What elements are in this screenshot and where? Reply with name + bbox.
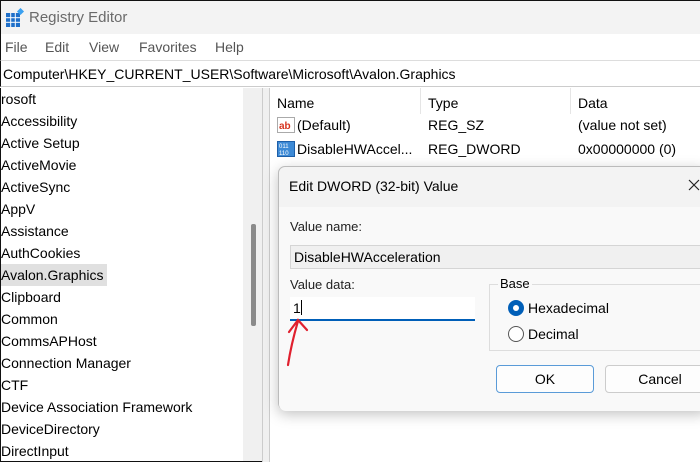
- column-type[interactable]: Type: [428, 92, 458, 114]
- key-tree: rosoft Accessibility Active Setup ActiveMov…: [0, 88, 262, 462]
- tree-item[interactable]: Clipboard: [1, 286, 65, 308]
- tree-item[interactable]: CommsAPHost: [1, 330, 101, 352]
- tree-item[interactable]: Common: [1, 308, 62, 330]
- value-data-text: 1: [293, 300, 301, 316]
- close-icon[interactable]: [684, 175, 700, 195]
- tree-item[interactable]: rosoft: [1, 88, 40, 110]
- tree-item[interactable]: AuthCookies: [1, 242, 84, 264]
- title-bar: Registry Editor: [0, 0, 700, 34]
- value-name-label: Value name:: [290, 219, 363, 234]
- svg-text:110: 110: [279, 151, 289, 157]
- text-caret: [300, 300, 302, 315]
- pane-splitter[interactable]: [262, 88, 270, 462]
- value-name-field[interactable]: DisableHWAcceleration: [290, 245, 700, 269]
- row-type: REG_DWORD: [428, 141, 521, 157]
- column-divider[interactable]: [420, 88, 421, 114]
- hexadecimal-label[interactable]: Hexadecimal: [528, 300, 609, 316]
- row-data: (value not set): [578, 117, 667, 133]
- base-group: Base Hexadecimal Decimal: [489, 276, 700, 351]
- ok-button[interactable]: OK: [496, 365, 594, 393]
- tree-item[interactable]: Accessibility: [1, 110, 81, 132]
- tree-item[interactable]: Avalon.Graphics: [1, 264, 108, 286]
- tree-item[interactable]: ActiveSync: [1, 176, 74, 198]
- registry-editor-icon: [6, 8, 25, 27]
- string-value-icon: ab: [277, 117, 295, 133]
- decimal-radio[interactable]: [508, 326, 524, 342]
- tree-item[interactable]: Connection Manager: [1, 352, 135, 374]
- tree-item[interactable]: ActiveMovie: [1, 154, 80, 176]
- row-name[interactable]: DisableHWAccel...: [297, 138, 412, 160]
- row-data: 0x00000000 (0): [578, 141, 677, 157]
- tree-item[interactable]: Assistance: [1, 220, 73, 242]
- tree-item[interactable]: Device Association Framework: [1, 396, 196, 418]
- menu-favorites[interactable]: Favorites: [139, 39, 197, 55]
- hexadecimal-radio[interactable]: [508, 300, 524, 316]
- row-type: REG_SZ: [428, 117, 485, 133]
- column-data[interactable]: Data: [578, 92, 608, 114]
- menu-bar: File Edit View Favorites Help: [0, 34, 700, 60]
- edit-dword-dialog: Edit DWORD (32-bit) Value Value name: Di…: [278, 166, 700, 411]
- svg-text:011: 011: [279, 144, 289, 150]
- svg-text:ab: ab: [279, 121, 291, 132]
- address-bar[interactable]: Computer\HKEY_CURRENT_USER\Software\Micr…: [0, 60, 700, 87]
- dialog-body: Value name: DisableHWAcceleration Value …: [279, 207, 700, 411]
- tree-item[interactable]: DirectInput: [1, 440, 73, 461]
- column-divider[interactable]: [570, 88, 571, 114]
- menu-edit[interactable]: Edit: [45, 39, 69, 55]
- value-data-input[interactable]: 1: [290, 297, 475, 321]
- menu-view[interactable]: View: [89, 39, 119, 55]
- tree-scrollbar[interactable]: [243, 88, 262, 461]
- menu-help[interactable]: Help: [215, 39, 244, 55]
- base-label: Base: [498, 276, 532, 291]
- menu-file[interactable]: File: [5, 39, 28, 55]
- row-name[interactable]: (Default): [297, 114, 351, 136]
- column-name[interactable]: Name: [277, 92, 314, 114]
- scrollbar-thumb[interactable]: [251, 224, 256, 326]
- annotation-arrow-icon: [286, 318, 309, 367]
- tree-item[interactable]: CTF: [1, 374, 32, 396]
- window-title: Registry Editor: [29, 9, 128, 26]
- tree-item[interactable]: DeviceDirectory: [1, 418, 104, 440]
- value-data-label: Value data:: [290, 277, 355, 292]
- dialog-title: Edit DWORD (32-bit) Value: [289, 178, 459, 194]
- tree-item[interactable]: Active Setup: [1, 132, 84, 154]
- tree-item[interactable]: AppV: [1, 198, 39, 220]
- decimal-label[interactable]: Decimal: [528, 326, 579, 342]
- dword-value-icon: 011 110: [277, 141, 295, 157]
- cancel-button[interactable]: Cancel: [605, 365, 700, 393]
